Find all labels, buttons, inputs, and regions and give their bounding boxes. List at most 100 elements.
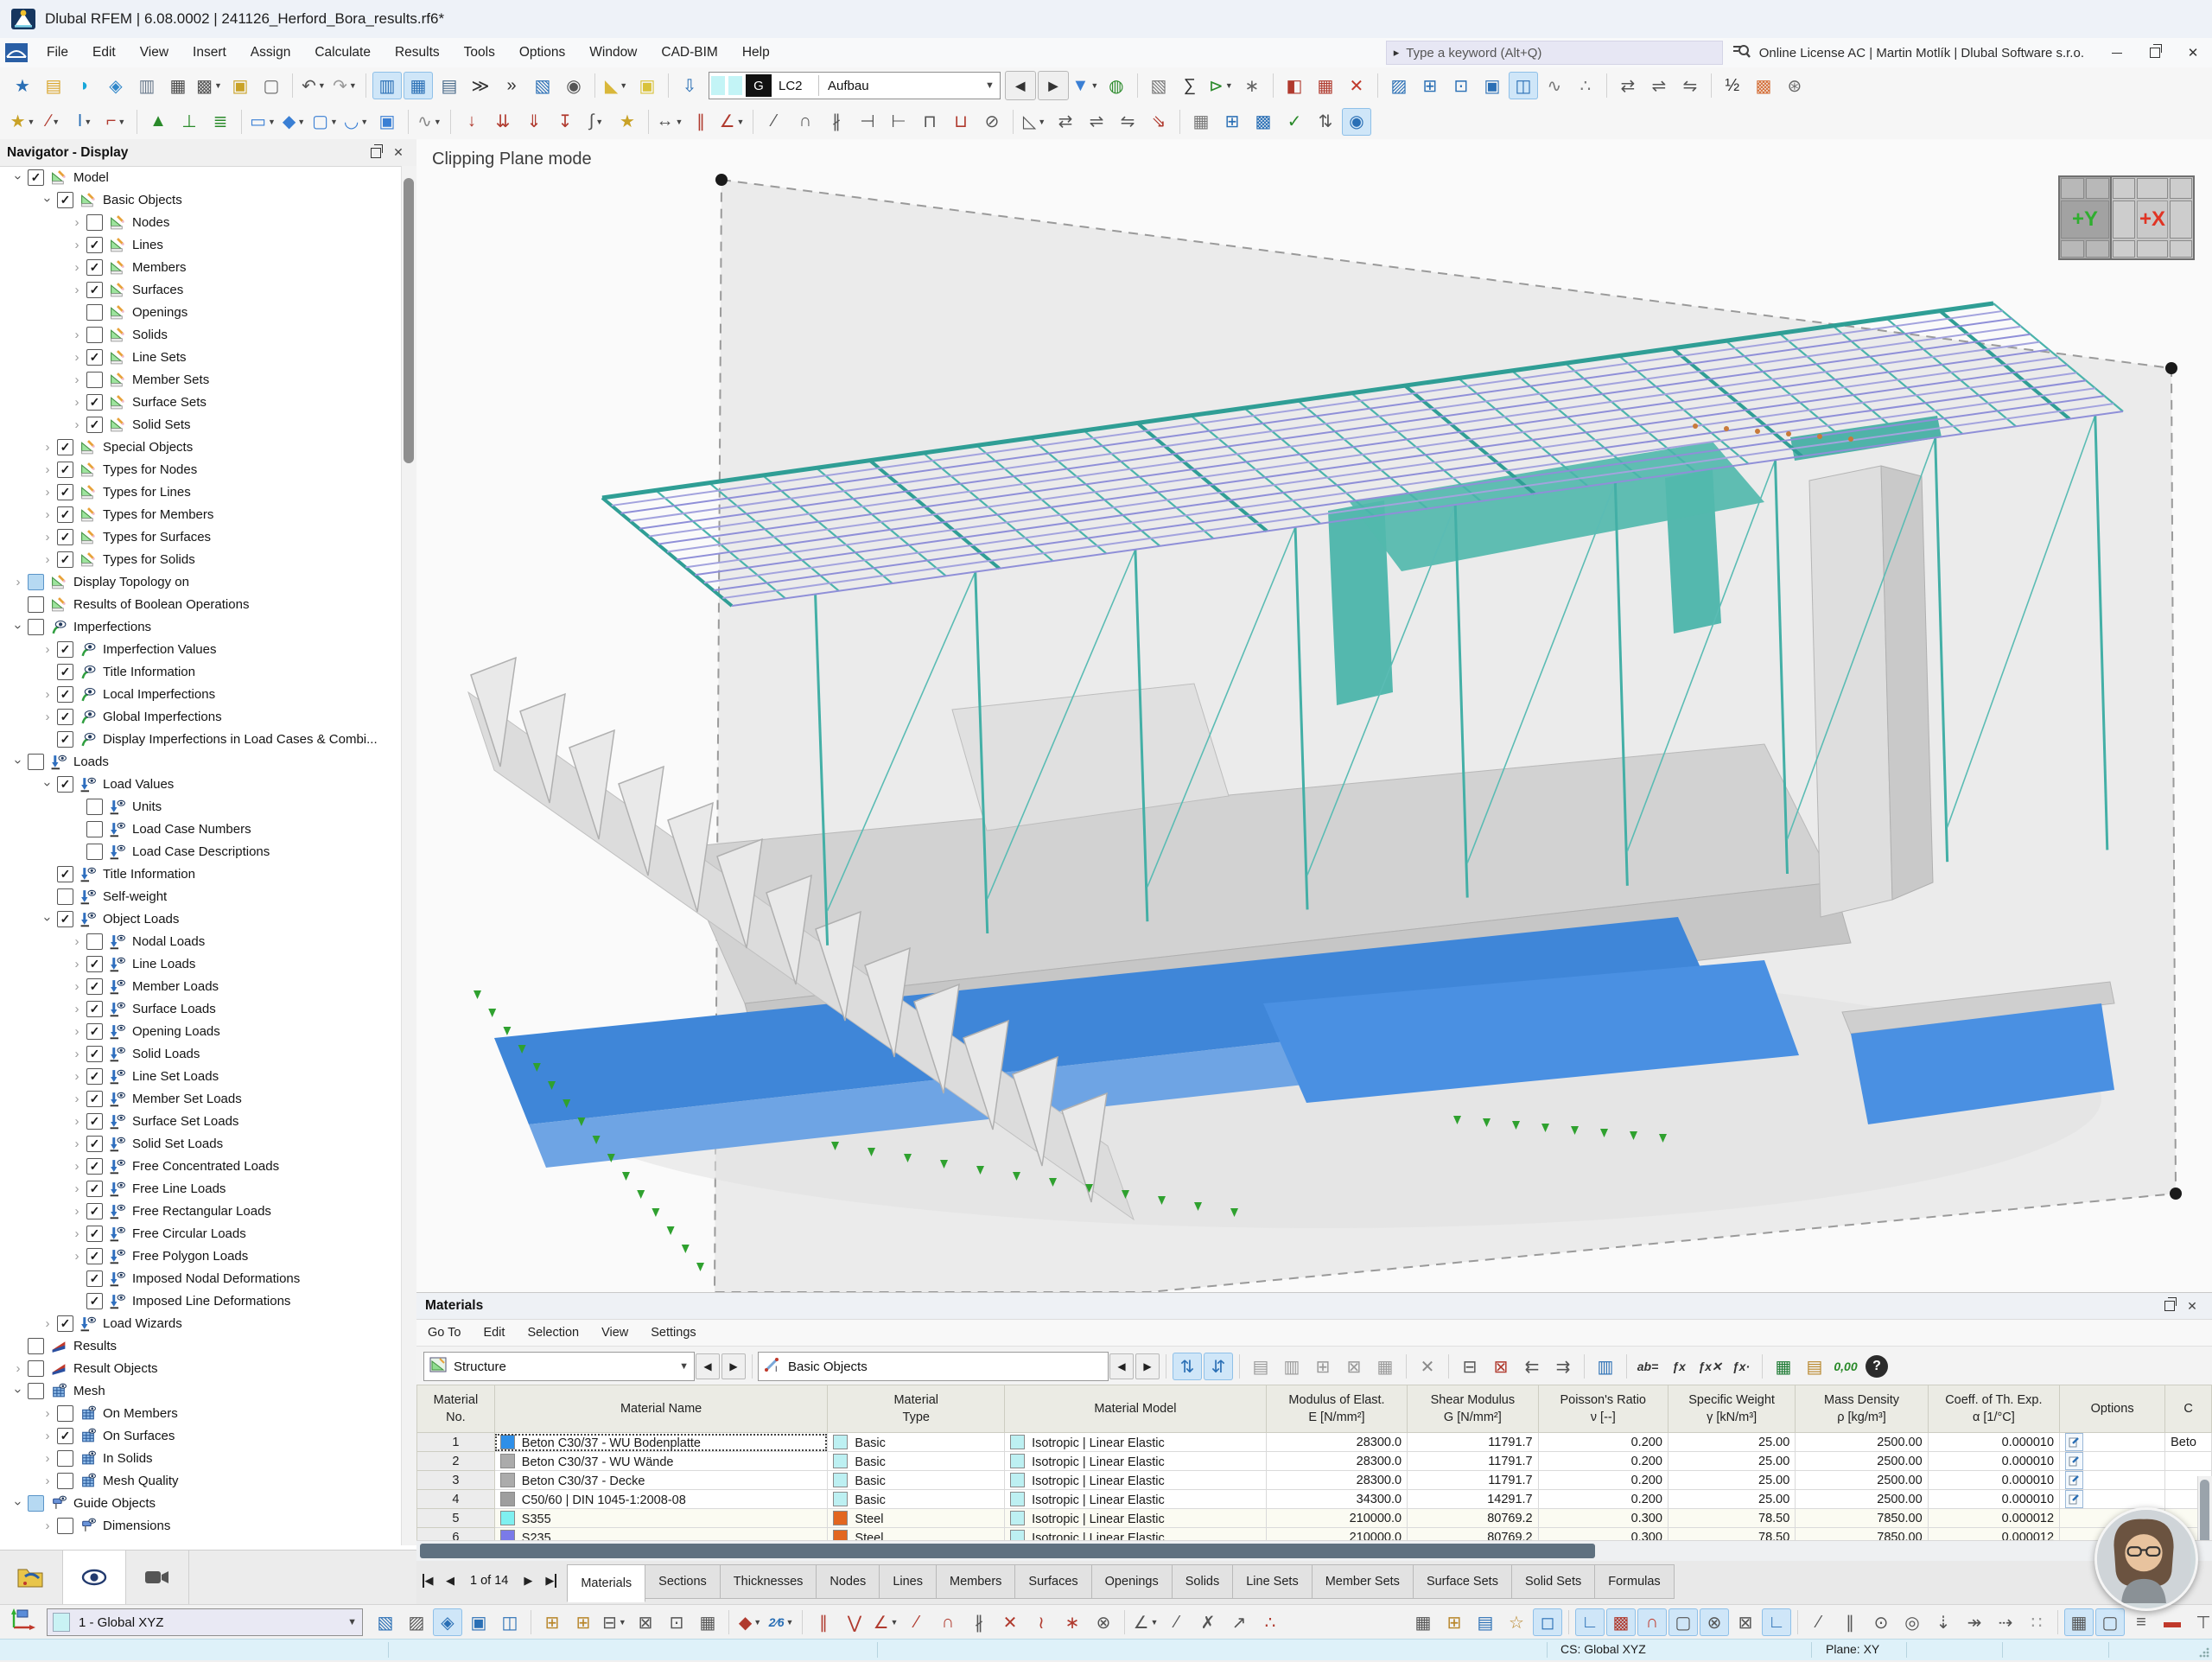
tb2-rotate-copy-icon[interactable]: ⇌ [1082, 108, 1111, 136]
tree-checkbox[interactable]: ✓ [86, 1022, 103, 1040]
mt-sync-selection-up-icon[interactable]: ⇵ [1204, 1353, 1233, 1380]
bb-circle-snap-icon[interactable]: ⊗ [1700, 1608, 1729, 1636]
bb-clipping-planes-icon[interactable]: ◫ [495, 1608, 524, 1636]
value-cell[interactable]: 2500.00 [1795, 1432, 1929, 1452]
expand-icon[interactable]: › [38, 485, 57, 500]
tree-item[interactable]: › ✓ Special Objects [0, 436, 396, 458]
tree-item[interactable]: › ✓ Surface Loads [0, 997, 396, 1020]
bb-guideline-fan-icon[interactable]: ⋁ [840, 1608, 869, 1636]
table-tab-sections[interactable]: Sections [645, 1564, 721, 1599]
bb-guideline-trim-icon[interactable]: ⊗ [1089, 1608, 1118, 1636]
tree-item[interactable]: › Imperfections [0, 615, 396, 638]
bb-new-visibility-icon[interactable]: ▧ [371, 1608, 400, 1636]
tree-checkbox[interactable]: ✓ [57, 1315, 73, 1332]
tb2-new-node-icon[interactable]: ★ ▼ [8, 108, 37, 136]
tb1-next-load-case-icon[interactable]: ▶ [1037, 71, 1069, 100]
tree-checkbox[interactable] [57, 1472, 73, 1489]
expand-icon[interactable]: › [67, 1181, 86, 1196]
mt-rename-icon[interactable]: ab= [1633, 1353, 1662, 1380]
material-name-cell[interactable]: Beton C30/37 - WU Bodenplatte [493, 1432, 829, 1452]
tb1-panels-toggle-icon[interactable]: ▤ [435, 72, 464, 99]
bb-plane-origin-icon[interactable]: ⊡ [662, 1608, 691, 1636]
tb2-mesh-settings-icon[interactable]: ▦ [1186, 108, 1216, 136]
tree-item[interactable]: › In Solids [0, 1447, 396, 1469]
tree-item[interactable]: › ✓ Members [0, 256, 396, 278]
tb1-results-toggle-icon[interactable]: ◧ [1280, 72, 1309, 99]
materials-menu-selection[interactable]: Selection [516, 1326, 590, 1340]
mt-table-view-icon[interactable]: ▥ [1591, 1353, 1620, 1380]
tree-item[interactable]: Units [0, 795, 396, 818]
tree-checkbox[interactable] [28, 595, 44, 613]
row-number-cell[interactable]: 3 [416, 1470, 495, 1490]
value-cell[interactable]: 0.000012 [1927, 1527, 2061, 1540]
tree-item[interactable]: › ✓ Free Polygon Loads [0, 1245, 396, 1267]
table-tab-lines[interactable]: Lines [880, 1564, 937, 1599]
mt-insert-row-before-icon[interactable]: ⇇ [1517, 1353, 1547, 1380]
tree-checkbox[interactable]: ✓ [86, 416, 103, 433]
tree-checkbox[interactable]: ✓ [86, 236, 103, 253]
comment-cell[interactable] [2164, 1451, 2212, 1471]
tb2-new-nurbs-surface-icon[interactable]: ◡ ▼ [341, 108, 371, 136]
bb-dots-grid-icon[interactable]: ∷ [2022, 1608, 2051, 1636]
tb1-navigator-toggle-icon[interactable]: ▥ [372, 72, 402, 99]
value-cell[interactable]: 2500.00 [1795, 1451, 1929, 1471]
expand-icon[interactable]: › [67, 395, 86, 410]
bb-clipping-box-icon[interactable]: ▣ [464, 1608, 493, 1636]
tb2-renumber-icon[interactable]: ⇅ [1311, 108, 1340, 136]
expand-icon[interactable]: › [67, 1069, 86, 1084]
collapse-icon[interactable]: › [11, 617, 26, 636]
materials-menu-view[interactable]: View [590, 1326, 639, 1340]
menu-view[interactable]: View [128, 38, 181, 67]
bb-arrow-snap-1-icon[interactable]: ⇣ [1929, 1608, 1958, 1636]
value-cell[interactable]: 0.000010 [1927, 1489, 2061, 1509]
tree-checkbox[interactable]: ✓ [57, 685, 73, 703]
navigator-float-button[interactable] [365, 143, 387, 163]
table-tab-surface-sets[interactable]: Surface Sets [1413, 1564, 1512, 1599]
tree-checkbox[interactable]: ✓ [86, 1112, 103, 1130]
tree-item[interactable]: › ✓ Types for Lines [0, 481, 396, 503]
clipping-plane-handle[interactable] [2170, 1188, 2182, 1200]
expand-icon[interactable]: › [38, 507, 57, 522]
tb2-edit-line-icon[interactable]: ⁄ [760, 108, 789, 136]
collapse-icon[interactable]: › [11, 168, 26, 187]
expand-icon[interactable]: › [38, 1519, 57, 1533]
bb-corner-mode-icon[interactable]: ∟ [1575, 1608, 1605, 1636]
tb2-nodal-support-icon[interactable]: ▲ [143, 108, 173, 136]
table-group-select[interactable]: Structure ▼ [423, 1352, 695, 1381]
row-number-cell[interactable]: 2 [416, 1451, 495, 1471]
value-cell[interactable]: 28300.0 [1265, 1451, 1408, 1471]
tree-item[interactable]: › ✓ Types for Nodes [0, 458, 396, 481]
material-model-cell[interactable]: Isotropic | Linear Elastic [1004, 1432, 1267, 1452]
navigator-close-button[interactable]: ✕ [387, 143, 410, 163]
tree-checkbox[interactable]: ✓ [86, 1247, 103, 1264]
load-case-select[interactable]: G LC2 Aufbau ▼ [709, 72, 1001, 99]
mt-table-transfer-icon[interactable]: ▥ [1277, 1353, 1306, 1380]
collapse-icon[interactable]: › [11, 1381, 26, 1400]
bb-rect-snap-icon[interactable]: ▢ [1669, 1608, 1698, 1636]
tree-checkbox[interactable] [86, 303, 103, 321]
viewport-3d[interactable]: Clipping Plane mode +Y +X [416, 139, 2212, 1292]
bb-new-table-icon[interactable]: ⊞ [1440, 1608, 1469, 1636]
tree-item[interactable]: › ✓ Local Imperfections [0, 683, 396, 705]
expand-icon[interactable]: › [38, 687, 57, 702]
tree-item[interactable]: › ✓ Lines [0, 233, 396, 256]
tree-item[interactable]: › ✓ Load Values [0, 773, 396, 795]
menu-tools[interactable]: Tools [452, 38, 507, 67]
tree-item[interactable]: › Result Objects [0, 1357, 396, 1379]
tb1-calculate-all-icon[interactable]: ⊳ ▼ [1206, 72, 1236, 99]
tb2-new-guideline-icon[interactable]: ∥ [686, 108, 715, 136]
value-cell[interactable]: 25.00 [1667, 1489, 1796, 1509]
tree-item[interactable]: › ✓ Surface Set Loads [0, 1110, 396, 1132]
tree-item[interactable]: › Mesh [0, 1379, 396, 1402]
tb1-result-tables-icon[interactable]: ▦ [1311, 72, 1340, 99]
expand-icon[interactable]: › [67, 283, 86, 297]
tree-item[interactable]: › Member Sets [0, 368, 396, 391]
mt-table-settings-icon[interactable]: ▤ [1246, 1353, 1275, 1380]
tb1-printout-report-icon[interactable]: ▢ [257, 72, 286, 99]
restore-button[interactable] [2136, 38, 2174, 67]
tree-item[interactable]: Load Case Descriptions [0, 840, 396, 863]
tree-checkbox[interactable]: ✓ [57, 910, 73, 927]
tb1-move-entities-icon[interactable]: ⇄ [1613, 72, 1643, 99]
tree-checkbox[interactable] [57, 1517, 73, 1534]
bb-guideline-arc-icon[interactable]: ∩ [933, 1608, 963, 1636]
